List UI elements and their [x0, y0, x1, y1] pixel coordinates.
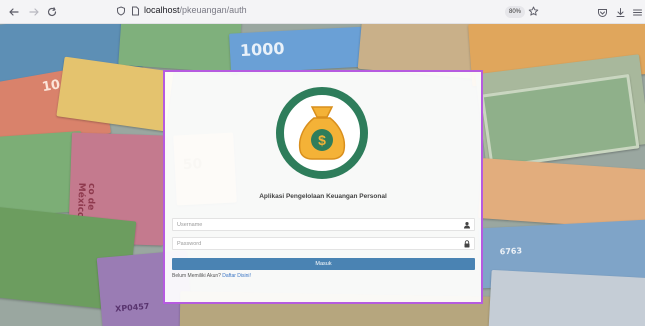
app-title: Aplikasi Pengelolaan Keuangan Personal: [259, 193, 387, 200]
reload-icon: [47, 7, 57, 17]
back-button[interactable]: [6, 4, 22, 20]
username-field[interactable]: [172, 218, 475, 231]
arrow-right-icon: [29, 8, 39, 16]
banknote-text: XP0457: [114, 301, 150, 314]
banknote-text: 10: [40, 77, 62, 96]
url-host: localhost: [144, 5, 180, 15]
register-prompt: Belum Memiliki Akun? Daftar Disini!: [172, 273, 251, 279]
url-text[interactable]: localhost/pkeuangan/auth: [144, 5, 247, 15]
username-input[interactable]: [177, 219, 447, 230]
arrow-left-icon: [9, 8, 19, 16]
reload-button[interactable]: [44, 4, 60, 20]
page-icon[interactable]: [131, 6, 140, 16]
hamburger-menu-icon[interactable]: [632, 7, 643, 18]
pocket-icon[interactable]: [597, 7, 608, 18]
banknote: [118, 24, 242, 74]
login-button[interactable]: Masuk: [172, 258, 475, 270]
money-bag-icon: $: [276, 87, 368, 179]
banknote: [488, 269, 645, 326]
banknote: 1000: [229, 26, 371, 74]
lock-icon: [464, 240, 470, 248]
zoom-level-badge[interactable]: 80%: [505, 6, 526, 18]
user-icon: [464, 222, 470, 229]
password-field[interactable]: [172, 237, 475, 250]
download-icon[interactable]: [615, 7, 626, 18]
login-card: $ Aplikasi Pengelolaan Keuangan Personal…: [163, 70, 483, 304]
star-icon[interactable]: [528, 6, 539, 17]
banknote-text: 6763: [499, 246, 523, 257]
browser-toolbar: localhost/pkeuangan/auth 80%: [0, 0, 645, 24]
banknote-text: 1000: [239, 38, 285, 61]
password-input[interactable]: [177, 238, 447, 249]
banknote: [478, 158, 645, 230]
forward-button[interactable]: [26, 4, 42, 20]
shield-icon[interactable]: [116, 6, 126, 16]
address-bar[interactable]: localhost/pkeuangan/auth 80%: [110, 3, 550, 21]
svg-text:$: $: [318, 132, 326, 148]
register-link[interactable]: Daftar Disini!: [222, 273, 251, 279]
no-account-text: Belum Memiliki Akun?: [172, 273, 221, 279]
url-path: /pkeuangan/auth: [179, 5, 247, 15]
